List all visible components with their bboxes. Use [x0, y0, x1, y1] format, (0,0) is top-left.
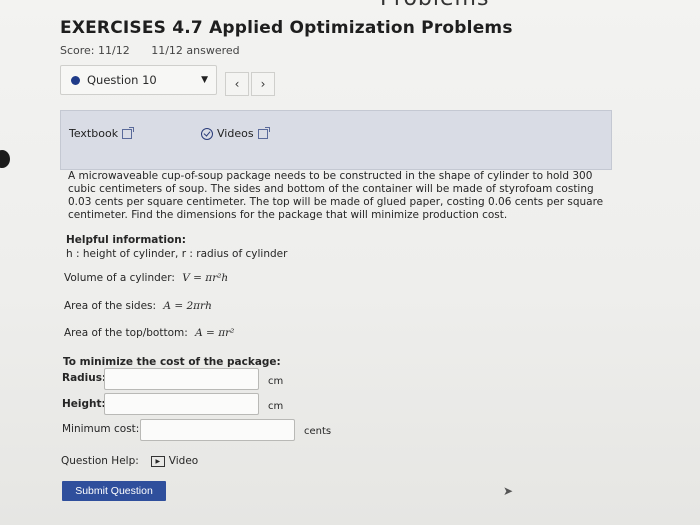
answered-count: 11/12 answered — [151, 44, 240, 57]
next-question-button[interactable]: › — [251, 72, 275, 96]
help-video-label: Video — [168, 455, 199, 467]
submit-question-button[interactable]: Submit Question — [62, 481, 166, 501]
helpful-info-variables: h : height of cylinder, r : radius of cy… — [66, 248, 288, 260]
volume-formula: V = πr²h — [182, 272, 229, 284]
chevron-left-icon: ‹ — [234, 77, 240, 91]
topbottom-formula-row: Area of the top/bottom: A = πr² — [64, 327, 234, 339]
sides-formula-row: Area of the sides: A = 2πrh — [64, 300, 212, 312]
topbottom-label: Area of the top/bottom: — [64, 327, 188, 339]
cost-label: Minimum cost: — [62, 423, 140, 435]
sides-formula: A = 2πrh — [163, 300, 212, 312]
videos-label: Videos — [217, 127, 254, 140]
question-help-row: Question Help: ▶ Video — [61, 455, 198, 467]
radius-label: Radius: — [62, 372, 107, 384]
question-label: Question 10 — [87, 73, 157, 87]
height-label: Height: — [62, 398, 106, 410]
resources-panel: Textbook Videos — [60, 110, 612, 170]
external-link-icon — [122, 126, 135, 139]
help-video-link[interactable]: ▶ Video — [150, 455, 199, 467]
mouse-cursor-icon: ➤ — [503, 484, 514, 498]
topbottom-formula: A = πr² — [195, 327, 235, 339]
page-title: EXERCISES 4.7 Applied Optimization Probl… — [60, 18, 513, 38]
side-indicator — [0, 150, 10, 168]
radius-unit: cm — [268, 376, 284, 387]
chevron-right-icon: › — [260, 77, 266, 91]
previous-question-button[interactable]: ‹ — [225, 72, 249, 96]
height-input[interactable] — [104, 393, 259, 415]
score-text: Score: 11/12 — [60, 44, 130, 57]
cost-input[interactable] — [140, 419, 295, 441]
problem-statement: A microwaveable cup-of-soup package need… — [68, 170, 604, 221]
textbook-label: Textbook — [69, 127, 119, 140]
answer-section-title: To minimize the cost of the package: — [63, 356, 281, 368]
external-link-icon — [257, 126, 270, 139]
radius-input[interactable] — [104, 368, 259, 390]
question-selector[interactable]: Question 10 ▼ — [60, 65, 217, 95]
checkmark-badge-icon — [201, 127, 213, 140]
height-unit: cm — [268, 401, 284, 412]
volume-label: Volume of a cylinder: — [64, 272, 175, 284]
helpful-info-title: Helpful information: — [66, 234, 186, 246]
play-icon: ▶ — [150, 455, 165, 467]
question-help-label: Question Help: — [61, 455, 139, 467]
page: Problems EXERCISES 4.7 Applied Optimizat… — [0, 0, 700, 525]
partial-header-text: Problems — [380, 0, 489, 11]
textbook-link[interactable]: Textbook — [69, 126, 135, 140]
dropdown-caret-icon[interactable]: ▼ — [201, 75, 208, 85]
volume-formula-row: Volume of a cylinder: V = πr²h — [64, 272, 228, 284]
cost-unit: cents — [304, 426, 332, 437]
question-status-dot-icon — [71, 75, 80, 85]
sides-label: Area of the sides: — [64, 300, 157, 312]
score-row: Score: 11/12 11/12 answered — [60, 44, 258, 57]
videos-link[interactable]: Videos — [201, 126, 270, 140]
